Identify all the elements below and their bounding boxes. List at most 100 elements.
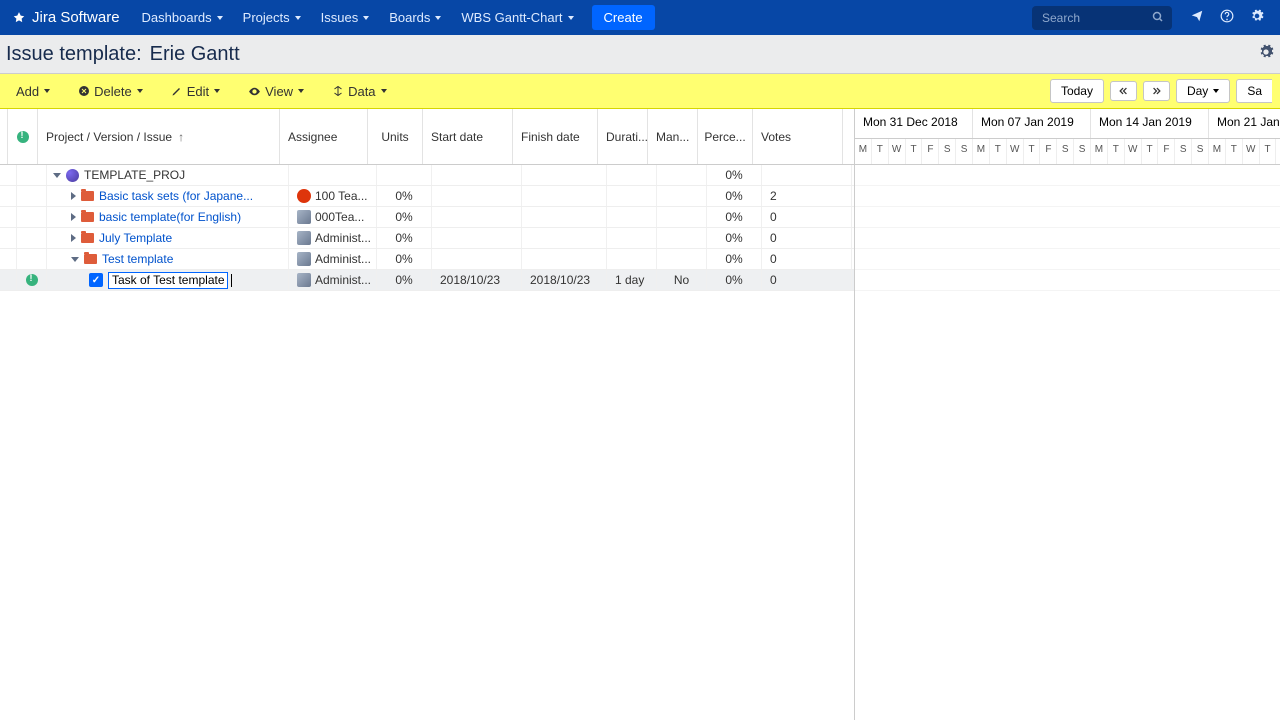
today-button[interactable]: Today: [1050, 79, 1104, 103]
col-finish-header[interactable]: Finish date: [513, 109, 598, 164]
cell-indicator: [0, 270, 17, 290]
gantt-row[interactable]: [855, 186, 1280, 207]
search-box: [1032, 6, 1172, 30]
grid-row[interactable]: Administ...0%2018/10/232018/10/231 dayNo…: [0, 270, 854, 291]
row-name[interactable]: basic template(for English): [99, 210, 241, 224]
data-label: Data: [348, 84, 375, 99]
gantt-week-label: Mon 21 Jan 2: [1209, 109, 1280, 138]
help-icon[interactable]: [1212, 9, 1242, 26]
create-button[interactable]: Create: [592, 5, 655, 30]
assignee-name: Administ...: [315, 273, 371, 287]
grid-row[interactable]: July TemplateAdminist...0%0%0: [0, 228, 854, 249]
cell-status: [17, 228, 47, 248]
folder-icon: [80, 211, 94, 223]
grid-row[interactable]: Basic task sets (for Japane...100 Tea...…: [0, 186, 854, 207]
grid-row[interactable]: basic template(for English)000Tea...0%0%…: [0, 207, 854, 228]
gantt-row[interactable]: [855, 270, 1280, 291]
col-start-header[interactable]: Start date: [423, 109, 513, 164]
next-button[interactable]: [1143, 81, 1170, 101]
toggle-icon[interactable]: [71, 213, 76, 221]
gantt-day-label: S: [939, 139, 956, 164]
gantt-row[interactable]: [855, 165, 1280, 186]
cell-indicator: [0, 249, 17, 269]
cell-start: 2018/10/23: [432, 270, 522, 290]
toggle-icon[interactable]: [71, 234, 76, 242]
cell-man: [657, 207, 707, 227]
page-settings-icon[interactable]: [1258, 44, 1274, 65]
avatar-icon: [297, 231, 311, 245]
folder-icon: [83, 253, 97, 265]
gantt-row[interactable]: [855, 228, 1280, 249]
task-name-input[interactable]: [108, 272, 228, 289]
gantt-day-label: T: [990, 139, 1007, 164]
col-tree-header[interactable]: Project / Version / Issue ↑: [38, 109, 280, 164]
nav-right: [1032, 6, 1280, 30]
gantt-row[interactable]: [855, 207, 1280, 228]
col-duration-header[interactable]: Durati...: [598, 109, 648, 164]
delete-label: Delete: [94, 84, 132, 99]
cell-finish: [522, 186, 607, 206]
feedback-icon[interactable]: [1182, 9, 1212, 26]
brand-text: Jira Software: [32, 9, 120, 26]
project-icon: [65, 169, 79, 181]
cell-indicator: [0, 186, 17, 206]
cell-tree: [47, 270, 289, 290]
avatar-icon: [297, 210, 311, 224]
col-assignee-header[interactable]: Assignee: [280, 109, 368, 164]
gantt-day-label: F: [922, 139, 939, 164]
prev-button[interactable]: [1110, 81, 1137, 101]
col-units-header[interactable]: Units: [368, 109, 423, 164]
toggle-icon[interactable]: [71, 257, 79, 262]
col-percent-header[interactable]: Perce...: [698, 109, 753, 164]
save-button[interactable]: Sa: [1236, 79, 1272, 103]
unit-dropdown[interactable]: Day: [1176, 79, 1230, 103]
add-button[interactable]: Add: [8, 81, 58, 102]
gantt-day-label: M: [1091, 139, 1108, 164]
data-button[interactable]: Data: [324, 81, 394, 102]
cell-tree: Basic task sets (for Japane...: [47, 186, 289, 206]
gantt-day-header: MTWTFSSMTWTFSSMTWTFSSMTWTFSS: [855, 139, 1280, 165]
col-tree-label: Project / Version / Issue: [46, 130, 172, 144]
cell-assignee: Administ...: [289, 270, 377, 290]
col-man-header[interactable]: Man...: [648, 109, 698, 164]
row-name[interactable]: Basic task sets (for Japane...: [99, 189, 253, 203]
cell-percent: 0%: [707, 228, 762, 248]
toggle-icon[interactable]: [71, 192, 76, 200]
nav-item-boards[interactable]: Boards: [379, 0, 451, 35]
cell-start: [432, 207, 522, 227]
cell-status: [17, 249, 47, 269]
toggle-icon[interactable]: [53, 173, 61, 178]
nav-item-projects[interactable]: Projects: [233, 0, 311, 35]
cell-status: [17, 207, 47, 227]
gantt-day-label: W: [1007, 139, 1024, 164]
cell-finish: [522, 165, 607, 185]
chevron-double-right-icon: [1151, 86, 1162, 96]
search-input[interactable]: [1032, 6, 1172, 30]
gantt-panel: Mon 31 Dec 2018Mon 07 Jan 2019Mon 14 Jan…: [855, 109, 1280, 720]
jira-logo[interactable]: Jira Software: [0, 9, 132, 26]
grid-row[interactable]: TEMPLATE_PROJ0%: [0, 165, 854, 186]
col-status: [8, 109, 38, 164]
cell-tree: basic template(for English): [47, 207, 289, 227]
gantt-row[interactable]: [855, 249, 1280, 270]
cell-tree: July Template: [47, 228, 289, 248]
cell-percent: 0%: [707, 270, 762, 290]
task-icon: [89, 273, 103, 287]
search-icon: [1152, 11, 1164, 23]
cell-man: [657, 228, 707, 248]
nav-item-dashboards[interactable]: Dashboards: [132, 0, 233, 35]
view-button[interactable]: View: [240, 81, 312, 102]
cell-duration: [607, 165, 657, 185]
settings-icon[interactable]: [1242, 9, 1272, 26]
col-votes-header[interactable]: Votes: [753, 109, 843, 164]
grid-row[interactable]: Test templateAdminist...0%0%0: [0, 249, 854, 270]
delete-button[interactable]: Delete: [70, 81, 151, 102]
cell-status: [17, 165, 47, 185]
nav-item-wbs-gantt-chart[interactable]: WBS Gantt-Chart: [451, 0, 583, 35]
cell-units: 0%: [377, 249, 432, 269]
gantt-day-label: W: [1243, 139, 1260, 164]
nav-item-issues[interactable]: Issues: [311, 0, 380, 35]
edit-button[interactable]: Edit: [163, 81, 228, 102]
row-name[interactable]: Test template: [102, 252, 173, 266]
row-name[interactable]: July Template: [99, 231, 172, 245]
